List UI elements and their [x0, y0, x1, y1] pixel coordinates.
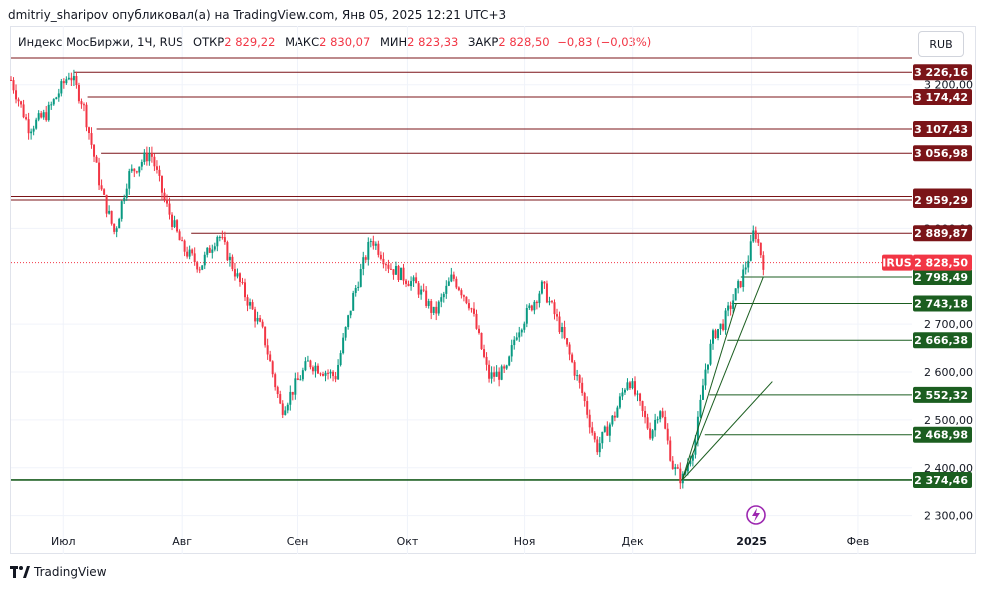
tradingview-brand: TradingView [34, 565, 107, 579]
currency-button[interactable]: RUB [918, 31, 964, 57]
high-value: 2 830,07 [319, 35, 371, 49]
close-label: ЗАКР [468, 35, 499, 49]
symbol-header: Индекс МосБиржи, 1Ч, RUS ОТКР2 829,22 МА… [18, 35, 651, 49]
chart-frame [10, 26, 976, 554]
close-value: 2 828,50 [498, 35, 550, 49]
open-label: ОТКР [193, 35, 225, 49]
open-value: 2 829,22 [224, 35, 276, 49]
tradingview-logo[interactable]: TradingView [10, 565, 107, 579]
high-label: МАКС [285, 35, 320, 49]
publisher-caption: dmitriy_sharipov опубликовал(а) на Tradi… [8, 8, 507, 22]
low-value: 2 823,33 [407, 35, 459, 49]
tradingview-logo-icon [10, 566, 30, 578]
change-value: −0,83 (−0,03%) [557, 35, 652, 49]
low-label: МИН [379, 35, 408, 49]
symbol-name[interactable]: Индекс МосБиржи, 1Ч, RUS [18, 35, 183, 49]
